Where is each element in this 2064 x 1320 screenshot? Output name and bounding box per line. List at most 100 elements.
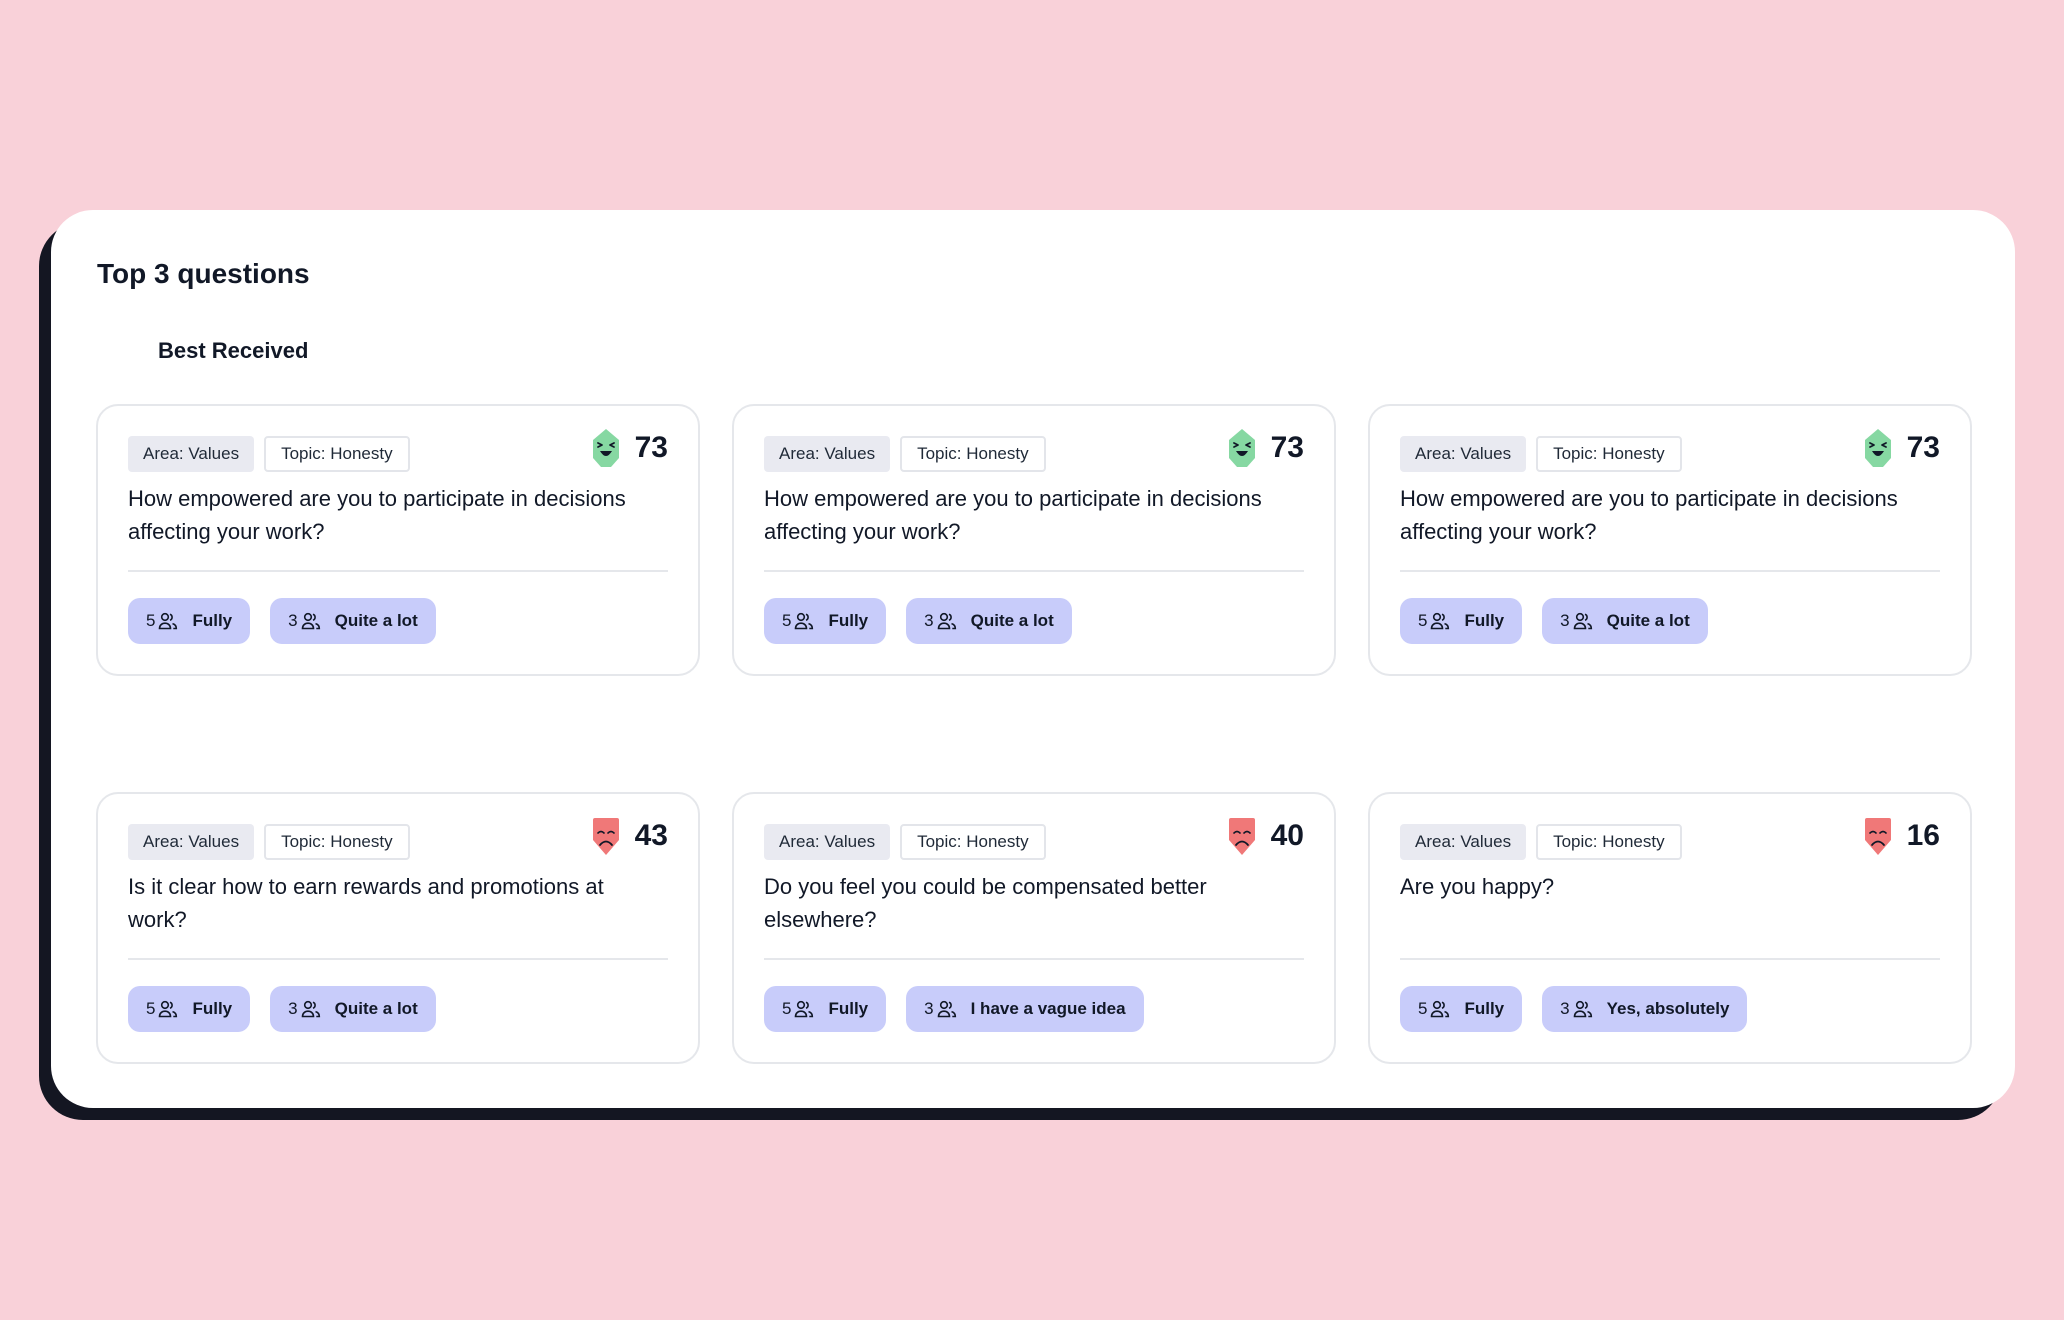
people-icon [1430,612,1450,630]
answer-list: 5 Fully 3 Yes, absolutely [1400,986,1748,1032]
topic-tag: Topic: Honesty [1536,824,1682,860]
divider [764,570,1304,572]
sad-face-icon [1227,816,1257,856]
answer-chip[interactable]: 5 Fully [128,986,251,1032]
answer-label: Quite a lot [334,611,418,630]
people-icon [794,1000,814,1018]
answer-chip[interactable]: 5 Fully [764,986,887,1032]
answer-chip[interactable]: 3 Quite a lot [1542,598,1708,644]
question-card[interactable]: Area: Values Topic: Honesty 43 Is it clear … [96,792,700,1064]
question-card[interactable]: Area: Values Topic: Honesty 16 Are you happ… [1368,792,1972,1064]
answer-label: Fully [1464,999,1505,1018]
panel-title: Top 3 questions [97,258,310,289]
card-tags: Area: Values Topic: Honesty [1400,824,1682,860]
question-text: How empowered are you to participate in … [128,486,626,544]
question-card[interactable]: Area: Values Topic: Honesty 73 How empowere… [1368,404,1972,676]
people-icon [1573,1000,1593,1018]
answer-count: 5 [782,999,792,1018]
card-tags: Area: Values Topic: Honesty [128,824,410,860]
score-value: 40 [1270,819,1304,852]
answer-chip[interactable]: 3 I have a vague idea [906,986,1144,1032]
answer-label: Quite a lot [1606,611,1690,630]
happy-face-icon [1227,428,1257,468]
topic-tag: Topic: Honesty [900,824,1046,860]
topic-tag: Topic: Honesty [264,824,410,860]
area-tag: Area: Values [128,436,255,472]
answer-chip[interactable]: 5 Fully [1400,598,1523,644]
answer-label: I have a vague idea [970,999,1126,1018]
answer-count: 3 [1560,611,1570,630]
answer-label: Quite a lot [970,611,1054,630]
answer-count: 3 [288,611,298,630]
people-icon [794,612,814,630]
divider [764,958,1304,960]
question-text: Are you happy? [1400,874,1555,899]
answer-label: Fully [192,611,233,630]
divider [128,570,668,572]
answer-label: Quite a lot [334,999,418,1018]
area-tag: Area: Values [128,824,255,860]
score: 73 [591,428,668,468]
answer-count: 5 [1418,999,1428,1018]
score-value: 43 [634,819,668,852]
answer-list: 5 Fully 3 Quite a lot [764,598,1072,644]
divider [128,958,668,960]
people-icon [158,612,178,630]
score-value: 73 [1906,431,1940,464]
answer-chip[interactable]: 3 Quite a lot [906,598,1072,644]
area-tag: Area: Values [764,436,891,472]
score: 73 [1227,428,1304,468]
answer-list: 5 Fully 3 I have a vague idea [764,986,1144,1032]
question-card[interactable]: Area: Values Topic: Honesty 73 How empowere… [96,404,700,676]
people-icon [1430,1000,1450,1018]
answer-count: 5 [782,611,792,630]
question-card[interactable]: Area: Values Topic: Honesty 73 How empowere… [732,404,1336,676]
question-text: How empowered are you to participate in … [764,486,1262,544]
top-questions-panel: Top 3 questions Best Received Area: Valu… [51,210,2015,1108]
answer-list: 5 Fully 3 Quite a lot [1400,598,1708,644]
card-tags: Area: Values Topic: Honesty [764,824,1046,860]
answer-chip[interactable]: 3 Quite a lot [270,598,436,644]
area-tag: Area: Values [1400,824,1527,860]
area-tag: Area: Values [764,824,891,860]
people-icon [301,1000,321,1018]
card-tags: Area: Values Topic: Honesty [128,436,410,472]
answer-count: 5 [146,999,156,1018]
answer-count: 5 [1418,611,1428,630]
question-card[interactable]: Area: Values Topic: Honesty 40 Do you feel … [732,792,1336,1064]
topic-tag: Topic: Honesty [264,436,410,472]
divider [1400,958,1940,960]
question-text: Is it clear how to earn rewards and prom… [128,874,604,932]
score: 40 [1227,816,1304,856]
score-value: 73 [634,431,668,464]
answer-chip[interactable]: 5 Fully [764,598,887,644]
people-icon [158,1000,178,1018]
answer-chip[interactable]: 5 Fully [1400,986,1523,1032]
answer-chip[interactable]: 3 Quite a lot [270,986,436,1032]
score: 43 [591,816,668,856]
answer-label: Fully [828,611,869,630]
topic-tag: Topic: Honesty [1536,436,1682,472]
answer-label: Fully [192,999,233,1018]
score-value: 16 [1906,819,1940,852]
question-text: Do you feel you could be compensated bet… [764,874,1207,932]
answer-label: Yes, absolutely [1606,999,1730,1018]
answer-list: 5 Fully 3 Quite a lot [128,986,436,1032]
answer-label: Fully [1464,611,1505,630]
sad-face-icon [1863,816,1893,856]
answer-count: 3 [924,999,934,1018]
score: 73 [1863,428,1940,468]
answer-count: 3 [1560,999,1570,1018]
score-value: 73 [1270,431,1304,464]
answer-count: 3 [288,999,298,1018]
people-icon [937,1000,957,1018]
answer-chip[interactable]: 5 Fully [128,598,251,644]
answer-chip[interactable]: 3 Yes, absolutely [1542,986,1748,1032]
happy-face-icon [1863,428,1893,468]
area-tag: Area: Values [1400,436,1527,472]
answer-list: 5 Fully 3 Quite a lot [128,598,436,644]
section-label: Best Received [158,338,309,363]
answer-count: 5 [146,611,156,630]
score: 16 [1863,816,1940,856]
people-icon [1573,612,1593,630]
